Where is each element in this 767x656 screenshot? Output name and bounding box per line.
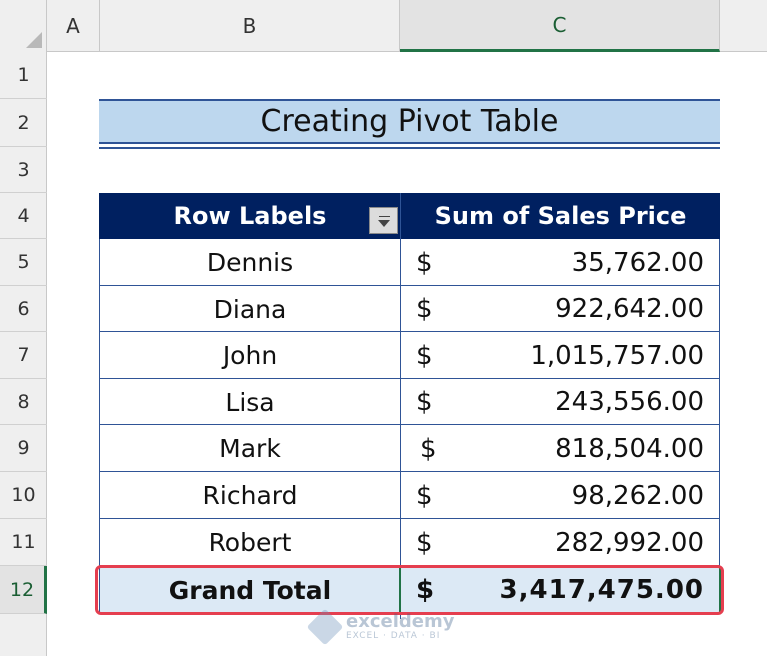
sales-value-cell[interactable]: 1,015,757.00 — [440, 332, 704, 379]
row-header-8[interactable]: 8 — [0, 379, 47, 425]
row-label-cell[interactable]: Dennis — [100, 239, 400, 286]
select-all-icon — [26, 32, 42, 48]
pivot-header-row-labels[interactable]: Row Labels — [100, 193, 400, 239]
row-header-6[interactable]: 6 — [0, 286, 47, 332]
sales-value-cell[interactable]: 818,504.00 — [440, 425, 704, 472]
column-header-c[interactable]: C — [400, 0, 720, 52]
row-header-9[interactable]: 9 — [0, 425, 47, 472]
row-label-cell[interactable]: John — [100, 332, 400, 379]
row-header-11[interactable]: 11 — [0, 519, 47, 566]
title-double-underline — [99, 147, 720, 149]
pivot-header-sum-of-sales-price[interactable]: Sum of Sales Price — [401, 193, 720, 239]
row-header-10[interactable]: 10 — [0, 472, 47, 519]
row-header-4[interactable]: 4 — [0, 193, 47, 239]
column-header-a[interactable]: A — [47, 0, 100, 52]
exceldemy-watermark: exceldemy EXCEL · DATA · BI — [306, 607, 462, 647]
row-header-3[interactable]: 3 — [0, 147, 47, 193]
column-header-b[interactable]: B — [100, 0, 400, 52]
sales-value-cell[interactable]: 922,642.00 — [440, 286, 704, 332]
watermark-brand: exceldemy — [346, 611, 455, 632]
row-header-5[interactable]: 5 — [0, 239, 47, 286]
sales-value-cell[interactable]: 35,762.00 — [440, 239, 704, 286]
row-label-cell[interactable]: Robert — [100, 519, 400, 566]
sheet-title[interactable]: Creating Pivot Table — [99, 99, 720, 144]
row-label-cell[interactable]: Mark — [100, 425, 400, 472]
watermark-tagline: EXCEL · DATA · BI — [346, 631, 441, 641]
row-header-2[interactable]: 2 — [0, 99, 47, 147]
row-label-cell[interactable]: Lisa — [100, 379, 400, 425]
dropdown-arrow-icon — [377, 220, 390, 227]
select-all-corner[interactable] — [0, 0, 47, 52]
sales-value-cell[interactable]: 98,262.00 — [440, 472, 704, 519]
exceldemy-logo-icon — [306, 608, 344, 646]
filter-bar-icon — [379, 216, 390, 217]
sales-value-cell[interactable]: 243,556.00 — [440, 379, 704, 425]
row-header-12[interactable]: 12 — [0, 566, 47, 614]
sales-value-cell[interactable]: 282,992.00 — [440, 519, 704, 566]
row-label-cell[interactable]: Richard — [100, 472, 400, 519]
column-divider — [400, 193, 401, 619]
row-label-cell[interactable]: Diana — [100, 286, 400, 332]
row-header-7[interactable]: 7 — [0, 332, 47, 379]
row-labels-filter-button[interactable] — [369, 207, 398, 234]
row-header-1[interactable]: 1 — [0, 52, 47, 99]
